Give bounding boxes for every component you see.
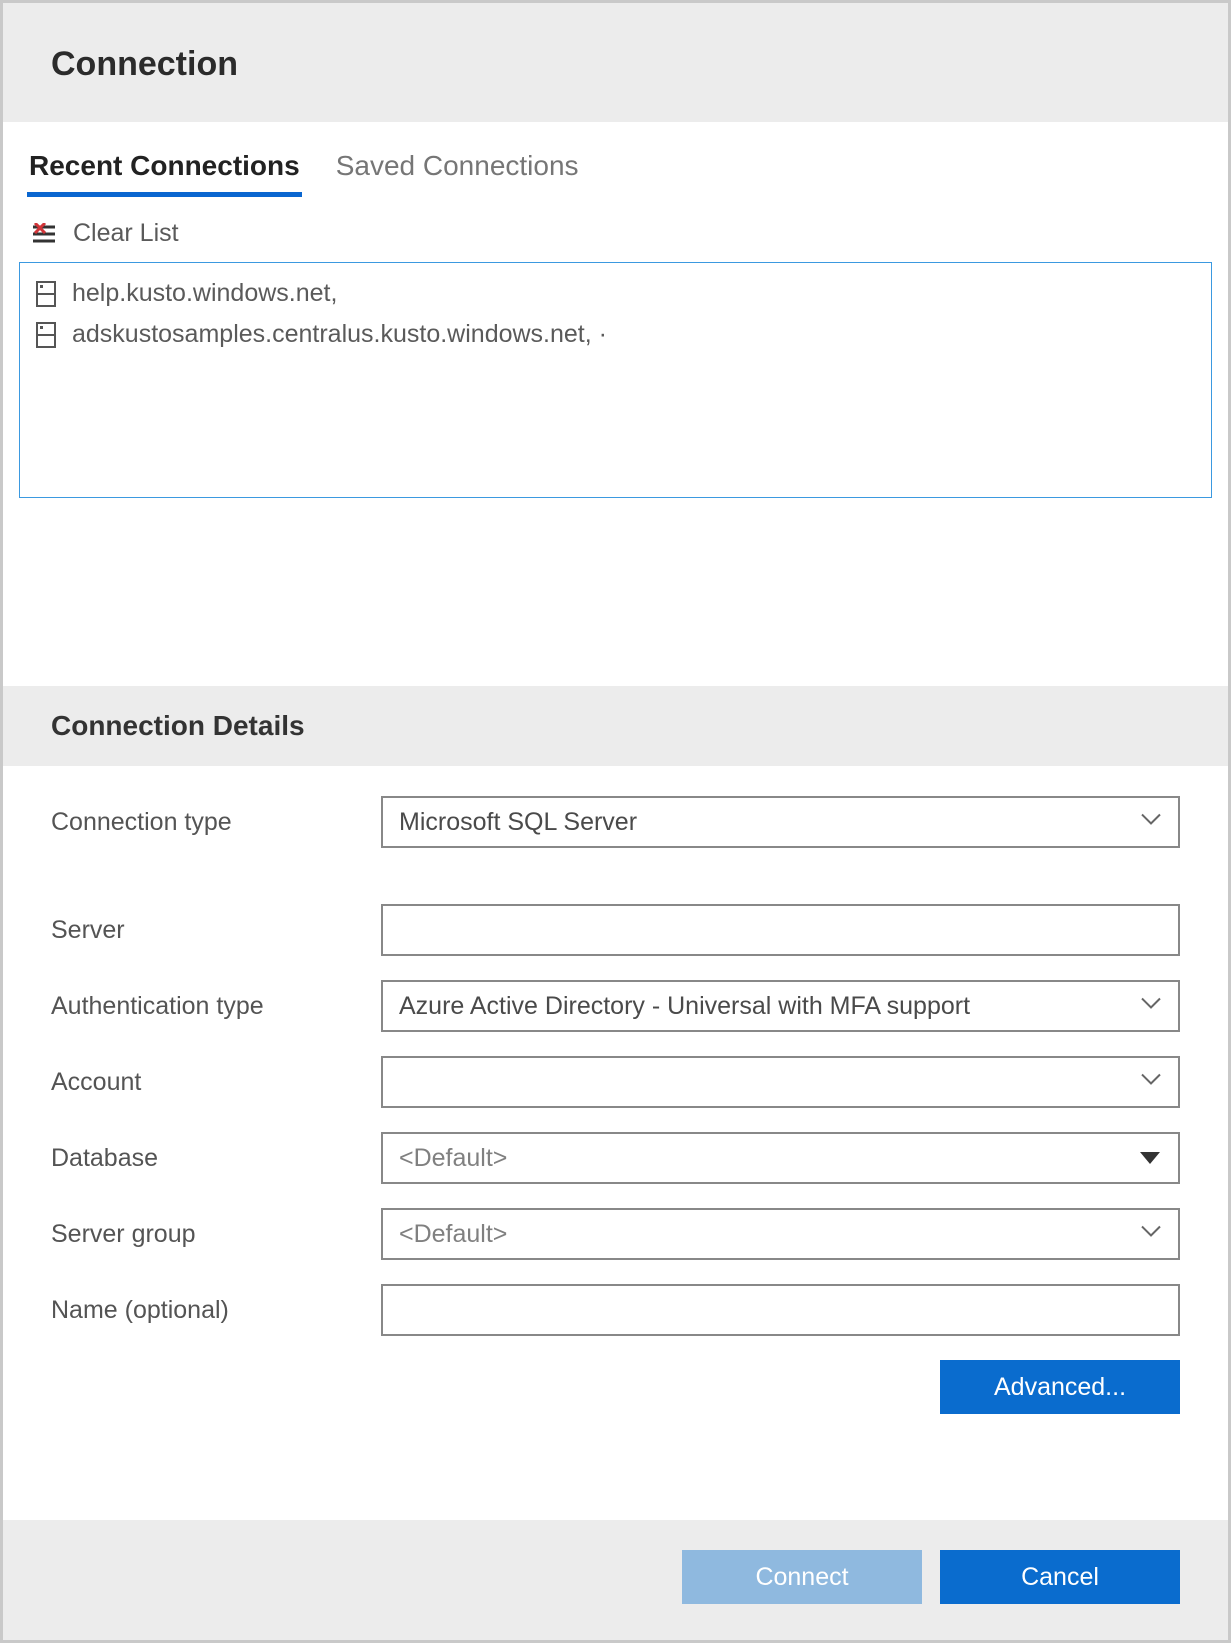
tabs: Recent Connections Saved Connections (19, 122, 1212, 197)
database-placeholder: <Default> (399, 1144, 507, 1173)
label-server-group: Server group (51, 1220, 381, 1249)
label-name-optional: Name (optional) (51, 1296, 381, 1325)
connection-type-select[interactable]: Microsoft SQL Server (381, 796, 1180, 848)
advanced-button[interactable]: Advanced... (940, 1360, 1180, 1414)
server-icon (36, 281, 56, 307)
auth-type-select[interactable]: Azure Active Directory - Universal with … (381, 980, 1180, 1032)
advanced-row: Advanced... (51, 1360, 1180, 1414)
tab-saved-connections[interactable]: Saved Connections (334, 144, 581, 197)
server-field[interactable] (399, 906, 1162, 954)
auth-type-value: Azure Active Directory - Universal with … (399, 992, 970, 1021)
server-icon (36, 322, 56, 348)
row-account: Account (51, 1056, 1180, 1108)
row-auth-type: Authentication type Azure Active Directo… (51, 980, 1180, 1032)
label-connection-type: Connection type (51, 808, 381, 837)
caret-down-icon (1140, 1152, 1160, 1164)
connection-form: Connection type Microsoft SQL Server Ser… (3, 766, 1228, 1520)
label-database: Database (51, 1144, 381, 1173)
server-input[interactable] (381, 904, 1180, 956)
name-field[interactable] (399, 1286, 1162, 1334)
connection-type-value: Microsoft SQL Server (399, 808, 637, 837)
row-connection-type: Connection type Microsoft SQL Server (51, 796, 1180, 848)
connection-dialog: Connection Recent Connections Saved Conn… (0, 0, 1231, 1643)
row-server: Server (51, 904, 1180, 956)
label-account: Account (51, 1068, 381, 1097)
server-group-placeholder: <Default> (399, 1220, 507, 1249)
clear-list-label: Clear List (73, 219, 179, 248)
details-title: Connection Details (51, 710, 1180, 742)
list-item-label: help.kusto.windows.net, (72, 279, 337, 308)
cancel-button[interactable]: Cancel (940, 1550, 1180, 1604)
server-group-select[interactable]: <Default> (381, 1208, 1180, 1260)
account-select[interactable] (381, 1056, 1180, 1108)
spacer (3, 506, 1228, 686)
chevron-down-icon (1140, 813, 1162, 832)
connect-button[interactable]: Connect (682, 1550, 922, 1604)
label-server: Server (51, 916, 381, 945)
tabs-panel: Recent Connections Saved Connections Cle… (3, 122, 1228, 506)
list-item[interactable]: adskustosamples.centralus.kusto.windows.… (26, 314, 1205, 355)
name-input[interactable] (381, 1284, 1180, 1336)
database-select[interactable]: <Default> (381, 1132, 1180, 1184)
recent-connections-list[interactable]: help.kusto.windows.net, adskustosamples.… (19, 262, 1212, 498)
chevron-down-icon (1140, 997, 1162, 1016)
chevron-down-icon (1140, 1073, 1162, 1092)
dialog-footer: Connect Cancel (3, 1520, 1228, 1640)
chevron-down-icon (1140, 1225, 1162, 1244)
row-name-optional: Name (optional) (51, 1284, 1180, 1336)
row-server-group: Server group <Default> (51, 1208, 1180, 1260)
list-item[interactable]: help.kusto.windows.net, (26, 273, 1205, 314)
dialog-header: Connection (3, 3, 1228, 122)
list-item-label: adskustosamples.centralus.kusto.windows.… (72, 320, 607, 349)
details-header: Connection Details (3, 686, 1228, 766)
clear-list-button[interactable]: Clear List (19, 197, 1212, 262)
clear-list-icon (33, 223, 59, 245)
label-auth-type: Authentication type (51, 992, 381, 1021)
row-database: Database <Default> (51, 1132, 1180, 1184)
tab-recent-connections[interactable]: Recent Connections (27, 144, 302, 197)
dialog-title: Connection (51, 45, 1180, 84)
